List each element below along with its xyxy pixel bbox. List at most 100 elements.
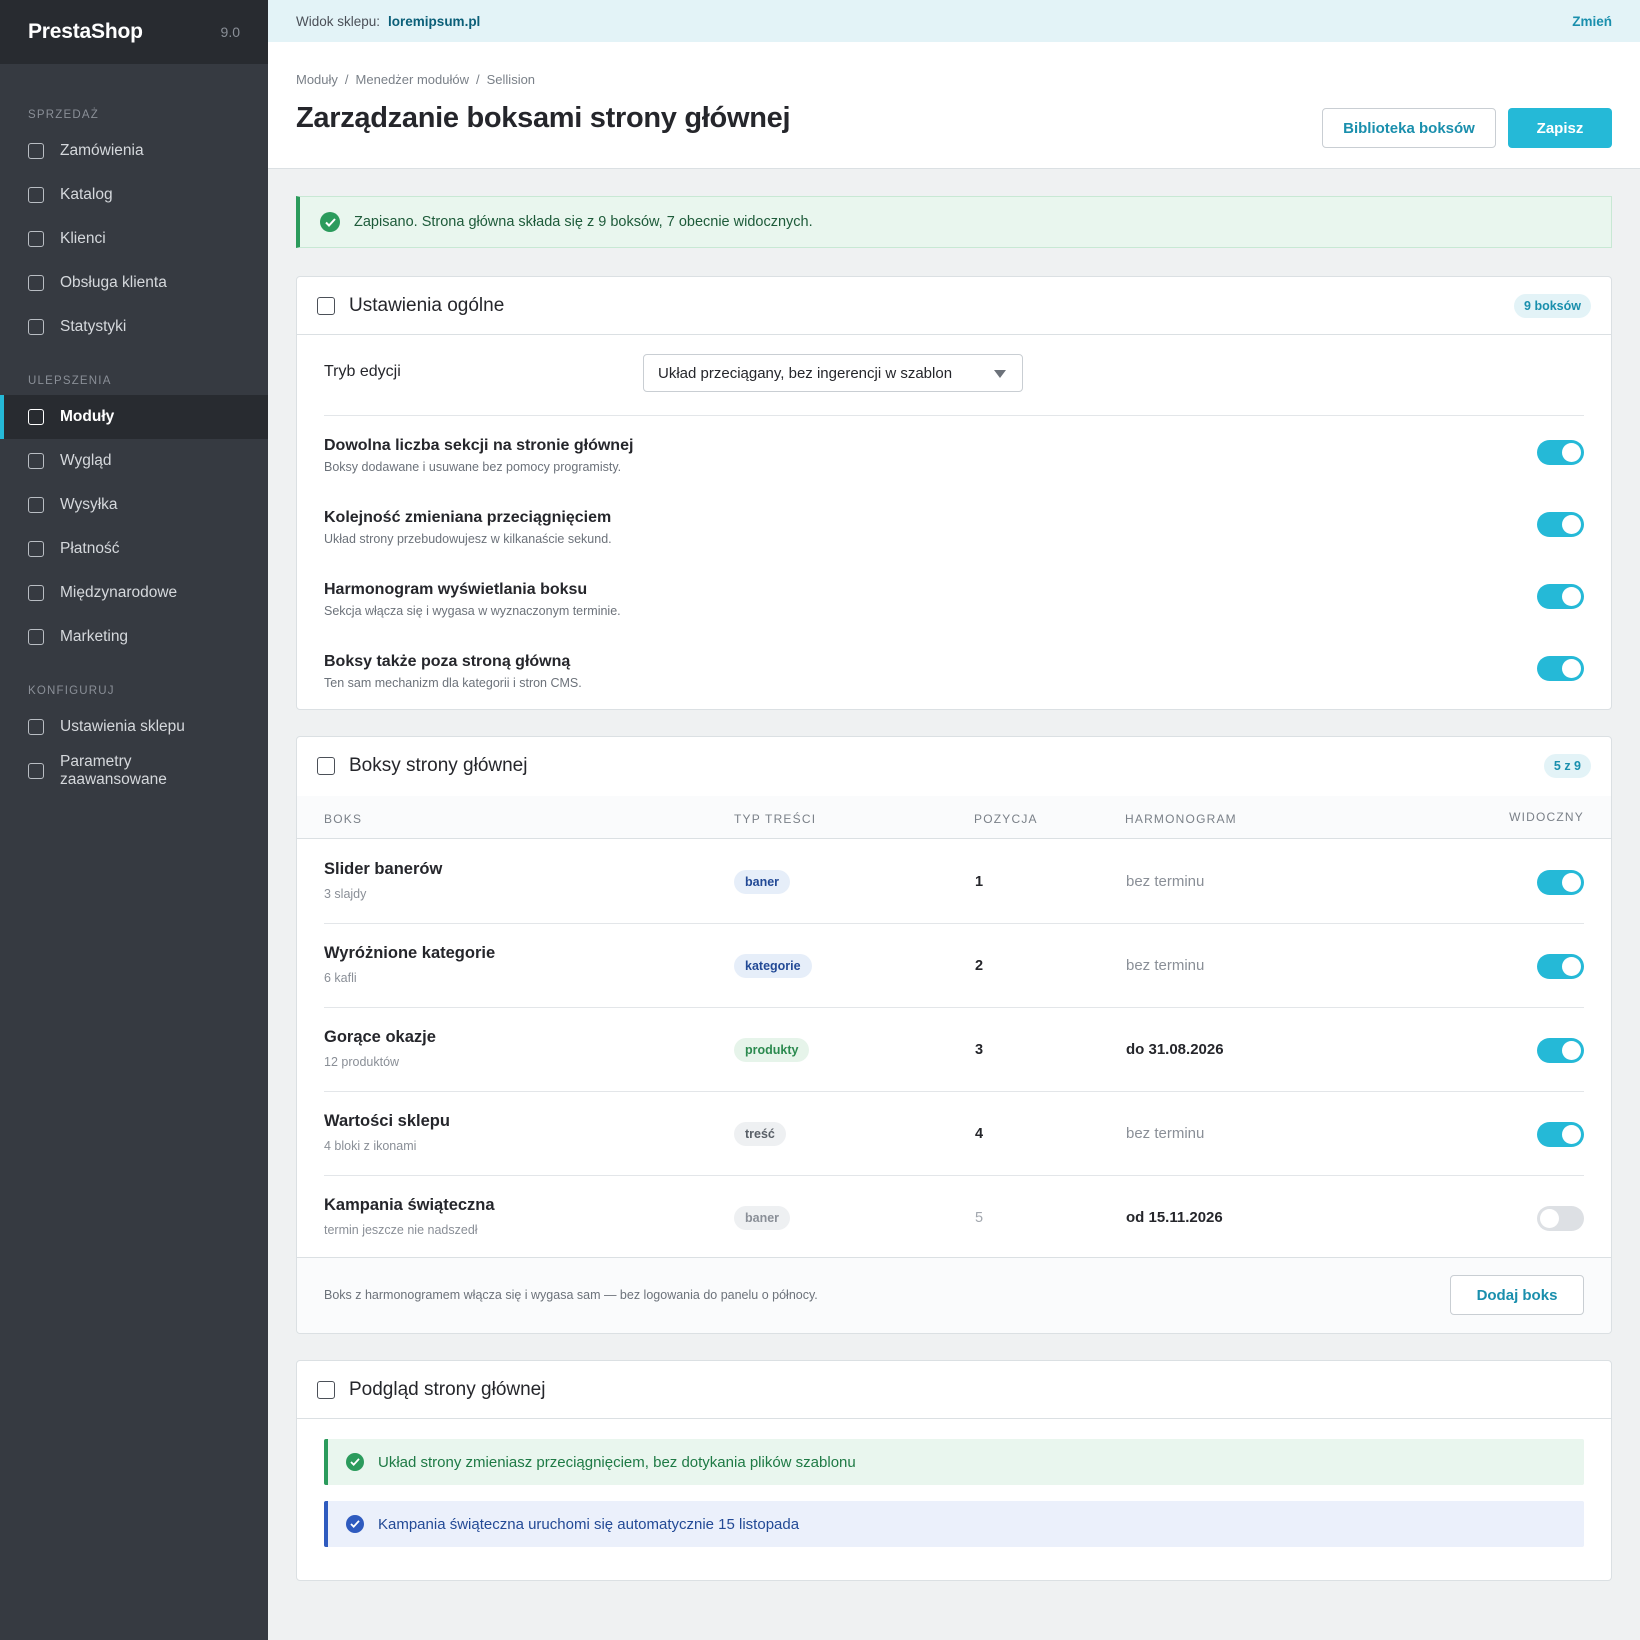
shop-url-link[interactable]: loremipsum.pl (388, 14, 480, 29)
page-header: Moduły / Menedżer modułów / Sellision Zarząd… (268, 42, 1640, 169)
box-detail: 4 bloki z ikonami (324, 1139, 417, 1153)
sidebar-item-marketing[interactable]: Marketing (0, 615, 268, 659)
position-value: 3 (975, 1042, 984, 1058)
nav-section-improve: ULEPSZENIA (28, 375, 112, 387)
column-header-type[interactable]: TYP TREŚCI (734, 812, 816, 826)
preview-icon (317, 1380, 335, 1399)
sidebar-item-customer-service[interactable]: Obsługa klienta (0, 261, 268, 305)
box-name: Gorące okazje (324, 1028, 436, 1046)
content-type-tag: kategorie (734, 954, 812, 978)
sidebar-item-design[interactable]: Wygląd (0, 439, 268, 483)
change-shop-link[interactable]: Zmień (1572, 14, 1612, 29)
position-value: 5 (975, 1210, 984, 1226)
breadcrumb-separator: / (476, 72, 480, 87)
breadcrumb-item-module-manager[interactable]: Menedżer modułów (356, 72, 469, 87)
advanced-params-icon (28, 763, 44, 779)
visibility-toggle[interactable] (1537, 1122, 1584, 1147)
schedule-value: do 31.08.2026 (1126, 1041, 1224, 1058)
shop-view-label: Widok sklepu: (296, 13, 381, 29)
card-header: Podgląd strony głównej (297, 1361, 1611, 1419)
visibility-toggle[interactable] (1537, 954, 1584, 979)
schedule-value: bez terminu (1126, 1125, 1205, 1142)
card-header: Ustawienia ogólne 9 boksów (297, 277, 1611, 335)
edit-mode-select[interactable]: Układ przeciągany, bez ingerencji w szab… (643, 354, 1023, 392)
nav-section-sales: SPRZEDAŻ (28, 109, 99, 121)
note-text: Układ strony zmieniasz przeciągnięciem, … (378, 1453, 856, 1471)
homepage-boxes-card: Boksy strony głównej 5 z 9 BOKS TYP TREŚ… (296, 736, 1612, 1334)
breadcrumb: Moduły / Menedżer modułów / Sellision (296, 72, 535, 87)
preview-note-info: Kampania świąteczna uruchomi się automat… (324, 1501, 1584, 1547)
option-toggle[interactable] (1537, 440, 1584, 465)
sidebar-item-advanced[interactable]: Parametry zaawansowane (0, 749, 268, 793)
column-header-visible[interactable]: WIDOCZNY (1509, 810, 1584, 824)
breadcrumb-item-modules[interactable]: Moduły (296, 72, 338, 87)
international-icon (28, 585, 44, 601)
sidebar-item-catalog[interactable]: Katalog (0, 173, 268, 217)
box-name: Wyróżnione kategorie (324, 944, 496, 962)
sidebar-item-international[interactable]: Międzynarodowe (0, 571, 268, 615)
option-title: Dowolna liczba sekcji na stronie głównej (324, 437, 634, 454)
card-header: Boksy strony głównej 5 z 9 (297, 737, 1611, 795)
sidebar-item-label: Katalog (60, 186, 113, 203)
sidebar-item-label: Marketing (60, 628, 129, 645)
preview-note-success: Układ strony zmieniasz przeciągnięciem, … (324, 1439, 1584, 1485)
shop-view-info: Widok sklepu: loremipsum.pl (296, 14, 480, 29)
success-alert-text: Zapisano. Strona główna składa się z 9 b… (354, 214, 813, 230)
table-row[interactable]: Wartości sklepu 4 bloki z ikonami treść … (324, 1092, 1584, 1176)
homepage-preview-card: Podgląd strony głównej Układ strony zmie… (296, 1360, 1612, 1581)
card-title: Ustawienia ogólne (349, 294, 505, 316)
shop-view-bar: Widok sklepu: loremipsum.pl Zmień (268, 0, 1640, 42)
box-name: Slider banerów (324, 860, 443, 878)
add-box-button[interactable]: Dodaj boks (1450, 1275, 1584, 1315)
position-value: 4 (975, 1126, 984, 1142)
visibility-toggle[interactable] (1537, 870, 1584, 895)
sidebar-item-label: Statystyki (60, 318, 127, 335)
table-row[interactable]: Wyróżnione kategorie 6 kafli kategorie 2… (324, 924, 1584, 1008)
sidebar-item-customers[interactable]: Klienci (0, 217, 268, 261)
option-toggle[interactable] (1537, 512, 1584, 537)
card-footer: Boks z harmonogramem włącza się i wygasa… (297, 1257, 1611, 1333)
sidebar-item-shipping[interactable]: Wysyłka (0, 483, 268, 527)
option-toggle[interactable] (1537, 584, 1584, 609)
visibility-toggle[interactable] (1537, 1038, 1584, 1063)
column-header-position[interactable]: POZYCJA (974, 812, 1038, 826)
box-name-cell: Wyróżnione kategorie 6 kafli (324, 944, 495, 985)
sidebar-item-label: Wysyłka (60, 496, 118, 513)
column-header-schedule[interactable]: HARMONOGRAM (1125, 812, 1237, 826)
payment-icon (28, 541, 44, 557)
sidebar: PrestaShop 9.0 SPRZEDAŻ Zamówienia Katal… (0, 0, 268, 1640)
sidebar-item-label: Zamówienia (60, 142, 144, 159)
sidebar-item-payment[interactable]: Płatność (0, 527, 268, 571)
sidebar-item-label: Obsługa klienta (60, 274, 167, 291)
box-library-button[interactable]: Biblioteka boksów (1322, 108, 1496, 148)
save-button[interactable]: Zapisz (1508, 108, 1612, 148)
caret-down-icon (994, 370, 1006, 378)
sidebar-item-label: Płatność (60, 540, 120, 557)
option-row: Kolejność zmieniana przeciągnięciem Ukła… (324, 509, 1584, 546)
table-row[interactable]: Kampania świąteczna termin jeszcze nie n… (324, 1176, 1584, 1260)
sidebar-item-shop-settings[interactable]: Ustawienia sklepu (0, 705, 268, 749)
shop-settings-icon (28, 719, 44, 735)
design-icon (28, 453, 44, 469)
option-toggle[interactable] (1537, 656, 1584, 681)
check-circle-icon (346, 1515, 364, 1533)
edit-mode-value: Układ przeciągany, bez ingerencji w szab… (658, 364, 953, 382)
sidebar-item-orders[interactable]: Zamówienia (0, 129, 268, 173)
table-row[interactable]: Gorące okazje 12 produktów produkty 3 do… (324, 1008, 1584, 1092)
footer-note: Boks z harmonogramem włącza się i wygasa… (324, 1288, 818, 1302)
sidebar-item-stats[interactable]: Statystyki (0, 305, 268, 349)
position-value: 1 (975, 874, 984, 890)
box-name-cell: Kampania świąteczna termin jeszcze nie n… (324, 1196, 495, 1237)
brand-logo[interactable]: PrestaShop (28, 20, 143, 44)
box-name-cell: Gorące okazje 12 produktów (324, 1028, 436, 1069)
page-title: Zarządzanie boksami strony głównej (296, 102, 791, 134)
box-detail: 6 kafli (324, 971, 357, 985)
sidebar-item-modules[interactable]: Moduły (0, 395, 268, 439)
option-description: Boksy dodawane i usuwane bez pomocy prog… (324, 460, 622, 474)
option-description: Ten sam mechanizm dla kategorii i stron … (324, 676, 582, 690)
version-label: 9.0 (220, 24, 240, 40)
column-header-box[interactable]: BOKS (324, 812, 362, 826)
visibility-toggle[interactable] (1537, 1206, 1584, 1231)
shipping-icon (28, 497, 44, 513)
table-row[interactable]: Slider banerów 3 slajdy baner 1 bez term… (324, 840, 1584, 924)
